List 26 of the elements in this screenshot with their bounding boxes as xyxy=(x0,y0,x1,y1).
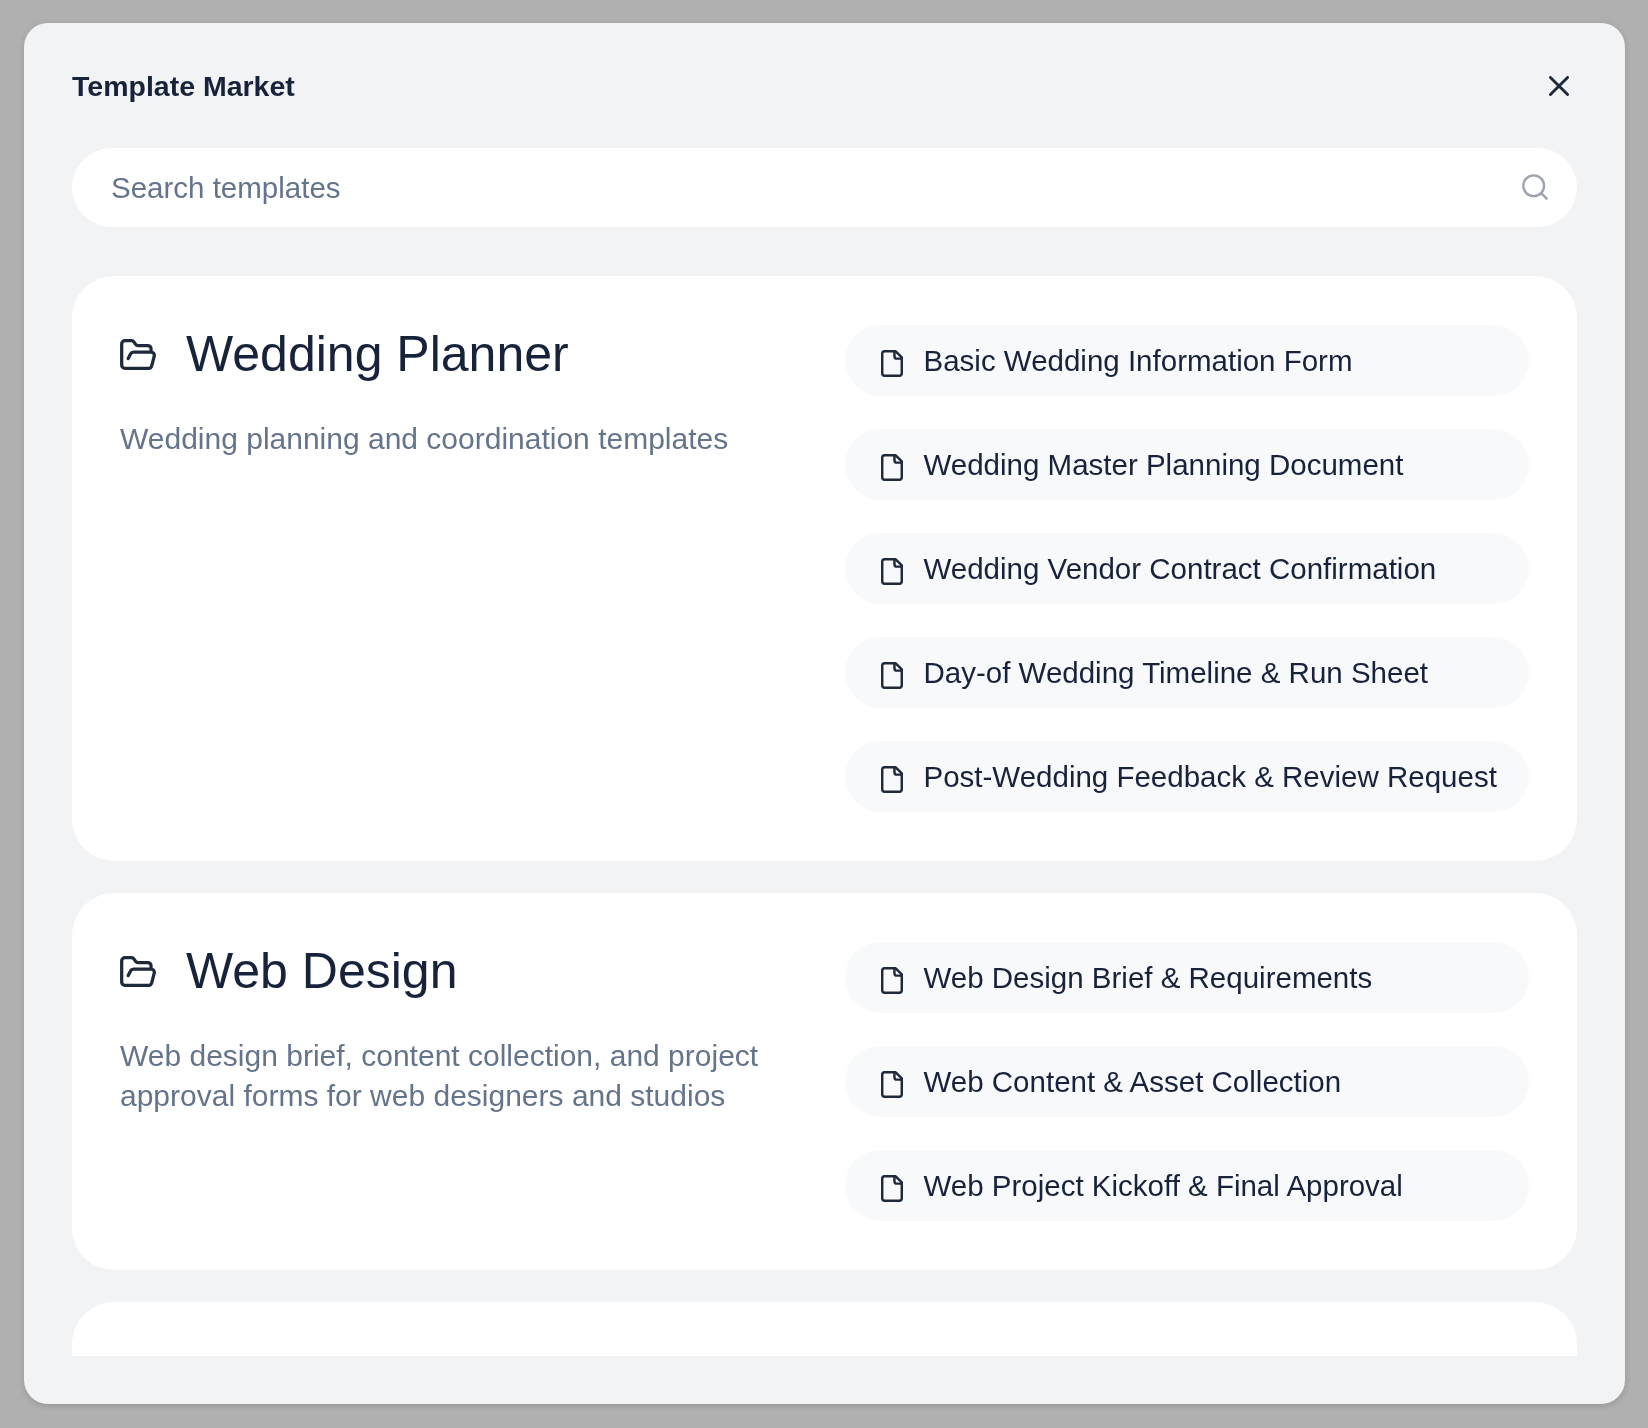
category-title: Wedding Planner xyxy=(186,325,569,383)
template-item[interactable]: Wedding Vendor Contract Confirmation xyxy=(844,533,1529,604)
file-icon xyxy=(880,967,903,994)
file-icon xyxy=(880,558,903,585)
template-item[interactable]: Post-Wedding Feedback & Review Request xyxy=(844,741,1529,812)
template-item[interactable]: Web Project Kickoff & Final Approval xyxy=(844,1150,1529,1221)
template-item[interactable]: Web Content & Asset Collection xyxy=(844,1046,1529,1117)
folder-icon xyxy=(120,955,156,987)
file-icon xyxy=(880,766,903,793)
search-field[interactable]: Search templates xyxy=(72,148,1577,227)
category-title: Web Design xyxy=(186,942,458,1000)
template-item[interactable]: Basic Wedding Information Form xyxy=(844,325,1529,396)
file-icon xyxy=(880,350,903,377)
file-icon xyxy=(880,662,903,689)
dialog-title: Template Market xyxy=(72,69,295,103)
file-icon xyxy=(880,1175,903,1202)
category-description: Wedding planning and coordination templates xyxy=(120,421,730,457)
search-icon xyxy=(1522,174,1548,200)
file-icon xyxy=(880,454,903,481)
template-item[interactable]: Day-of Wedding Timeline & Run Sheet xyxy=(844,637,1529,708)
close-icon xyxy=(1549,76,1569,96)
template-item[interactable]: Web Design Brief & Requirements xyxy=(844,942,1529,1013)
folder-icon xyxy=(120,338,156,370)
category-description: Web design brief, content collection, and project approval forms for web designers and studios xyxy=(120,1038,760,1114)
template-item[interactable]: Wedding Master Planning Document xyxy=(844,429,1529,500)
file-icon xyxy=(880,1071,903,1098)
